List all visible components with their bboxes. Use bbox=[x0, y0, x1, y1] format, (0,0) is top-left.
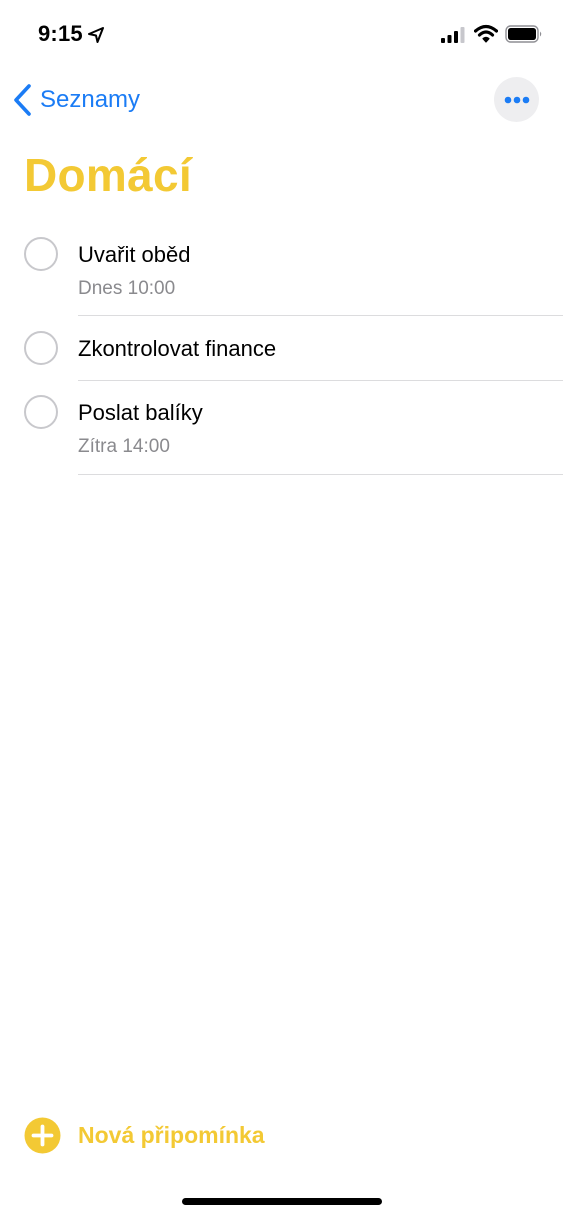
list-title: Domácí bbox=[24, 149, 192, 201]
plus-circle-icon bbox=[24, 1117, 61, 1153]
row-separator bbox=[78, 474, 563, 475]
new-reminder-label: Nová připomínka bbox=[78, 1121, 265, 1148]
reminder-checkbox[interactable] bbox=[24, 331, 58, 365]
back-button[interactable]: Seznamy bbox=[12, 80, 140, 120]
reminder-title[interactable]: Uvařit oběd bbox=[78, 242, 563, 268]
reminder-due-date: Dnes 10:00 bbox=[78, 278, 176, 299]
reminder-content: Zkontrolovat finance bbox=[78, 336, 563, 362]
ellipsis-icon bbox=[504, 96, 529, 103]
reminder-title[interactable]: Zkontrolovat finance bbox=[78, 336, 563, 362]
chevron-left-icon bbox=[14, 84, 31, 116]
reminder-content: Uvařit oběd Dnes 10:00 bbox=[78, 242, 563, 301]
cellular-signal-icon bbox=[441, 27, 465, 43]
reminder-content: Poslat balíky Zítra 14:00 bbox=[78, 400, 563, 459]
back-button-label: Seznamy bbox=[40, 86, 141, 113]
reminder-row[interactable]: Zkontrolovat finance bbox=[0, 316, 563, 381]
reminder-list: Uvařit oběd Dnes 10:00 Zkontrolovat fina… bbox=[0, 222, 563, 475]
reminder-checkbox[interactable] bbox=[24, 395, 58, 429]
status-time: 9:15 bbox=[38, 21, 83, 46]
reminder-row[interactable]: Poslat balíky Zítra 14:00 bbox=[0, 381, 563, 475]
reminder-due-date: Zítra 14:00 bbox=[78, 436, 170, 457]
reminder-row[interactable]: Uvařit oběd Dnes 10:00 bbox=[0, 222, 563, 316]
location-arrow-icon bbox=[88, 27, 104, 43]
status-bar: 9:15 bbox=[0, 0, 563, 70]
home-indicator[interactable] bbox=[182, 1198, 382, 1205]
reminder-checkbox[interactable] bbox=[24, 237, 58, 271]
battery-icon bbox=[505, 25, 542, 43]
wifi-icon bbox=[474, 24, 498, 43]
more-button[interactable] bbox=[494, 77, 539, 122]
reminder-title[interactable]: Poslat balíky bbox=[78, 400, 563, 426]
new-reminder-button[interactable]: Nová připomínka bbox=[24, 1116, 265, 1154]
